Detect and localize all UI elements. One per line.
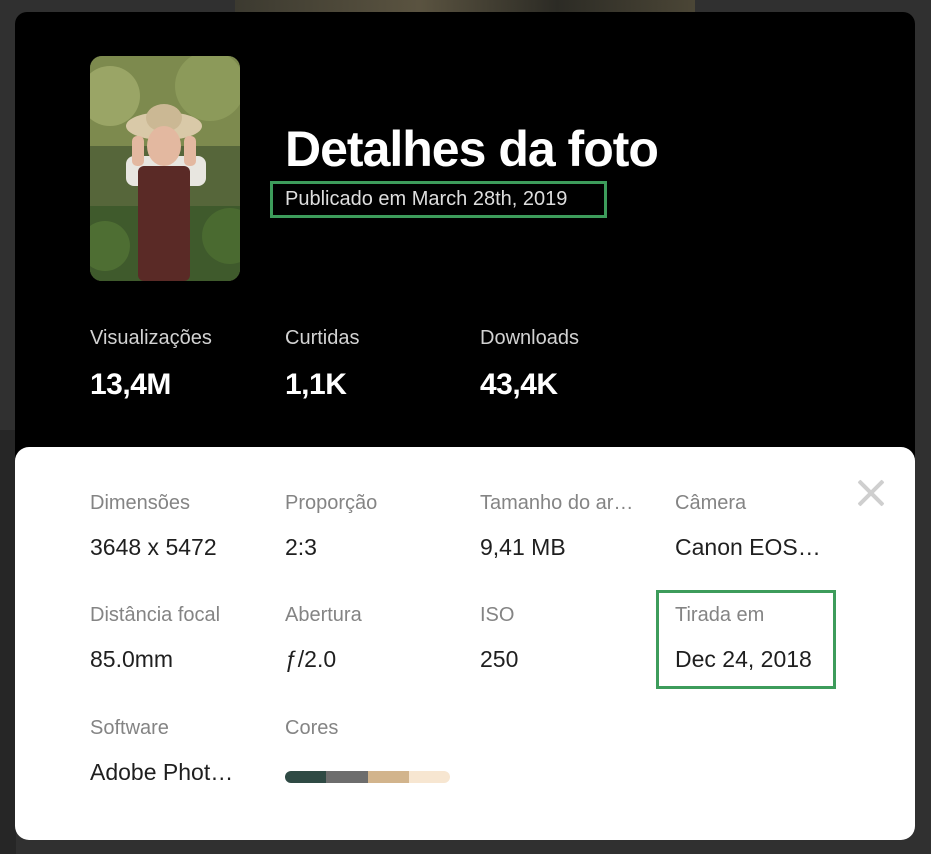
published-date: Publicado em March 28th, 2019 xyxy=(270,181,607,218)
stat-label: Downloads xyxy=(480,327,579,349)
detail-iso: ISO 250 xyxy=(480,602,650,674)
detail-label: Proporção xyxy=(285,492,378,514)
detail-value: ƒ/2.0 xyxy=(285,646,337,672)
detail-camera: Câmera Canon EOS 5D Mark III xyxy=(675,490,827,562)
detail-label: Cores xyxy=(285,717,339,739)
detail-label: Distância focal xyxy=(90,604,221,626)
detail-label: Tamanho do arquivo xyxy=(480,492,640,514)
detail-value: 85.0mm xyxy=(90,646,174,672)
detail-value: 3648 x 5472 xyxy=(90,534,217,560)
stat-label: Curtidas xyxy=(285,327,360,349)
detail-value: Dec 24, 2018 xyxy=(675,646,812,672)
detail-value: 250 xyxy=(480,646,519,672)
photo-thumbnail xyxy=(90,56,240,281)
color-swatch[interactable] xyxy=(326,771,368,783)
detail-colors: Cores xyxy=(285,715,455,741)
detail-ratio: Proporção 2:3 xyxy=(285,490,455,562)
detail-label: Software xyxy=(90,717,169,739)
stat-views: Visualizações 13,4M xyxy=(90,324,212,402)
stat-value: 1,1K xyxy=(285,368,347,401)
detail-value: Adobe Photoshop Lightroom xyxy=(90,759,244,785)
color-swatch[interactable] xyxy=(367,771,409,783)
stat-value: 13,4M xyxy=(90,368,171,401)
detail-focal-length: Distância focal 85.0mm xyxy=(90,602,260,674)
stat-label: Visualizações xyxy=(90,327,212,349)
color-swatch[interactable] xyxy=(408,771,450,783)
close-icon[interactable] xyxy=(852,475,888,511)
page-title: Detalhes da foto xyxy=(285,121,659,177)
backdrop-photo xyxy=(235,0,695,12)
detail-dimensions: Dimensões 3648 x 5472 xyxy=(90,490,260,562)
detail-label: Tirada em xyxy=(675,604,765,626)
detail-value: Canon EOS 5D Mark III xyxy=(675,534,827,560)
backdrop-edge xyxy=(0,430,16,854)
color-palette xyxy=(285,771,450,783)
detail-software: Software Adobe Photoshop Lightroom xyxy=(90,715,244,787)
detail-label: Abertura xyxy=(285,604,362,626)
color-swatch[interactable] xyxy=(285,771,327,783)
detail-label: ISO xyxy=(480,604,515,626)
detail-label: Dimensões xyxy=(90,492,191,514)
detail-file-size: Tamanho do arquivo 9,41 MB xyxy=(480,490,640,562)
stat-downloads: Downloads 43,4K xyxy=(480,324,579,402)
detail-label: Câmera xyxy=(675,492,747,514)
detail-value: 2:3 xyxy=(285,534,317,560)
detail-taken: Tirada em Dec 24, 2018 xyxy=(675,602,827,674)
detail-value: 9,41 MB xyxy=(480,534,566,560)
detail-aperture: Abertura ƒ/2.0 xyxy=(285,602,455,674)
stat-likes: Curtidas 1,1K xyxy=(285,324,359,402)
stat-value: 43,4K xyxy=(480,368,558,401)
